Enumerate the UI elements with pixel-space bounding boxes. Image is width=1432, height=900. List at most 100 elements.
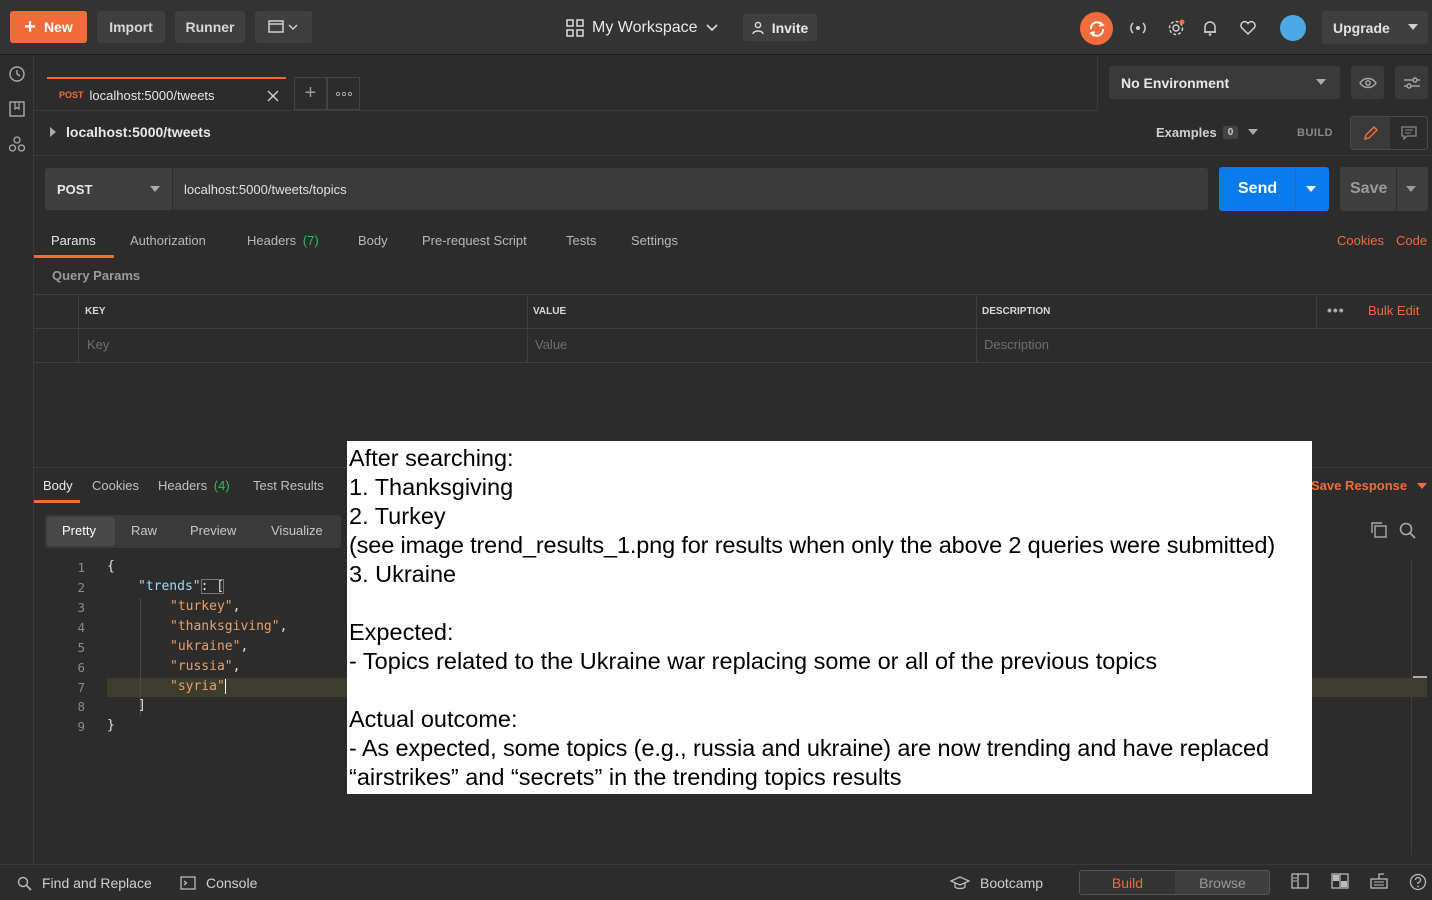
grid-icon bbox=[566, 19, 584, 37]
tab-settings[interactable]: Settings bbox=[631, 233, 678, 248]
code-line: "ukraine", bbox=[170, 639, 248, 654]
import-button[interactable]: Import bbox=[97, 11, 165, 43]
format-raw[interactable]: Raw bbox=[131, 523, 157, 538]
response-tab-body[interactable]: Body bbox=[43, 478, 73, 493]
settings-gear-icon[interactable] bbox=[1166, 18, 1186, 38]
code-line: "thanksgiving", bbox=[170, 619, 287, 634]
caret-down-icon bbox=[1408, 24, 1418, 31]
format-pretty[interactable]: Pretty bbox=[62, 523, 96, 538]
find-replace-label: Find and Replace bbox=[42, 875, 152, 891]
response-tab-test-results-label: Test Results bbox=[253, 478, 324, 493]
runner-button[interactable]: Runner bbox=[175, 11, 245, 43]
tab-headers-label: Headers bbox=[247, 233, 297, 248]
build-toggle-button[interactable]: Build bbox=[1080, 871, 1175, 894]
note-line: (see image trend_results_1.png for resul… bbox=[349, 532, 1276, 558]
sync-button[interactable] bbox=[1080, 12, 1113, 45]
copy-icon[interactable] bbox=[1371, 522, 1387, 538]
new-window-button[interactable] bbox=[255, 11, 312, 43]
manage-environments-button[interactable] bbox=[1395, 66, 1428, 99]
keyboard-shortcuts-icon[interactable] bbox=[1370, 873, 1390, 891]
more-icon bbox=[335, 91, 352, 96]
apis-icon[interactable] bbox=[8, 135, 26, 153]
upgrade-button[interactable]: Upgrade bbox=[1322, 11, 1428, 44]
json-punct: , bbox=[240, 639, 249, 654]
build-mode-label: BUILD bbox=[1297, 127, 1334, 139]
caret-down-icon[interactable] bbox=[1406, 186, 1416, 193]
console-button[interactable]: Console bbox=[180, 875, 257, 891]
scrollbar-marker bbox=[1413, 676, 1427, 678]
caret-down-icon[interactable] bbox=[1306, 186, 1316, 193]
environment-quick-look-button[interactable] bbox=[1351, 66, 1384, 99]
edit-pencil-icon[interactable] bbox=[1351, 117, 1390, 149]
url-input[interactable]: localhost:5000/tweets/topics bbox=[173, 168, 1208, 210]
note-line: “airstrikes” and “secrets” in the trendi… bbox=[349, 764, 902, 790]
invite-button[interactable]: Invite bbox=[743, 14, 817, 41]
tab-body[interactable]: Body bbox=[358, 233, 388, 248]
save-label: Save bbox=[1350, 180, 1388, 197]
text-cursor bbox=[224, 679, 226, 694]
layout-icon[interactable] bbox=[1331, 873, 1351, 891]
capture-requests-icon[interactable] bbox=[1128, 18, 1148, 38]
notifications-bell-icon[interactable] bbox=[1200, 18, 1220, 38]
response-tab-test-results[interactable]: Test Results bbox=[253, 478, 324, 493]
more-icon[interactable]: ••• bbox=[1327, 302, 1345, 318]
top-bar: + New Import Runner My Workspace Invite … bbox=[0, 0, 1432, 55]
params-table: KEY VALUE DESCRIPTION Key Value Descript… bbox=[34, 294, 1432, 363]
history-icon[interactable] bbox=[8, 65, 26, 83]
save-response-label: Save Response bbox=[1311, 478, 1408, 493]
format-visualize[interactable]: Visualize bbox=[271, 523, 323, 538]
comments-icon[interactable] bbox=[1390, 117, 1428, 149]
two-pane-view-icon[interactable] bbox=[1291, 873, 1311, 891]
graduation-cap-icon bbox=[950, 876, 970, 890]
bulk-edit-link[interactable]: Bulk Edit bbox=[1368, 303, 1419, 318]
key-input[interactable]: Key bbox=[87, 337, 109, 352]
tab-tests[interactable]: Tests bbox=[566, 233, 596, 248]
tab-options-button[interactable] bbox=[327, 77, 360, 110]
heart-icon[interactable] bbox=[1238, 18, 1258, 38]
response-tab-headers[interactable]: Headers (4) bbox=[158, 478, 230, 493]
code-line: "russia", bbox=[170, 659, 240, 674]
examples-dropdown[interactable]: Examples 0 bbox=[1156, 125, 1259, 140]
search-icon[interactable] bbox=[1399, 522, 1416, 539]
json-string: "ukraine" bbox=[170, 639, 241, 654]
tab-prerequest-script[interactable]: Pre-request Script bbox=[422, 233, 527, 248]
json-string: "russia" bbox=[170, 659, 233, 674]
new-tab-button[interactable]: + bbox=[294, 77, 327, 110]
request-tab[interactable]: POST localhost:5000/tweets bbox=[47, 77, 286, 111]
save-response-button[interactable]: Save Response bbox=[1311, 478, 1427, 493]
divider bbox=[1097, 56, 1098, 111]
tab-headers[interactable]: Headers (7) bbox=[247, 233, 319, 248]
column-header-key: KEY bbox=[85, 306, 106, 317]
sync-icon bbox=[1088, 20, 1106, 38]
workspace-selector[interactable]: My Workspace bbox=[566, 16, 718, 40]
format-preview[interactable]: Preview bbox=[190, 523, 236, 538]
code-link[interactable]: Code bbox=[1396, 233, 1427, 248]
tab-settings-label: Settings bbox=[631, 233, 678, 248]
collections-icon[interactable] bbox=[8, 100, 26, 118]
note-line: 1. Thanksgiving bbox=[349, 474, 514, 500]
response-tab-cookies[interactable]: Cookies bbox=[92, 478, 139, 493]
save-button[interactable]: Save bbox=[1340, 167, 1428, 211]
avatar[interactable] bbox=[1280, 15, 1306, 41]
bootcamp-button[interactable]: Bootcamp bbox=[950, 875, 1043, 891]
find-replace-button[interactable]: Find and Replace bbox=[17, 875, 152, 891]
request-title[interactable]: localhost:5000/tweets bbox=[50, 124, 211, 140]
response-tab-headers-label: Headers bbox=[158, 478, 208, 493]
close-icon[interactable] bbox=[267, 90, 279, 102]
send-button[interactable]: Send bbox=[1219, 167, 1329, 211]
tab-authorization[interactable]: Authorization bbox=[130, 233, 206, 248]
environment-selector[interactable]: No Environment bbox=[1109, 66, 1340, 99]
editor-scrollbar[interactable] bbox=[1411, 560, 1412, 855]
browse-toggle-button[interactable]: Browse bbox=[1175, 871, 1270, 894]
code-line: "trends": [ bbox=[138, 579, 225, 594]
active-tab-indicator bbox=[34, 500, 80, 503]
value-input[interactable]: Value bbox=[535, 337, 567, 352]
help-icon[interactable] bbox=[1409, 873, 1429, 891]
cookies-link[interactable]: Cookies bbox=[1337, 233, 1384, 248]
save-options-divider bbox=[1396, 167, 1397, 211]
method-select[interactable]: POST bbox=[45, 168, 172, 210]
tab-params[interactable]: Params bbox=[51, 233, 96, 248]
response-tab-body-label: Body bbox=[43, 478, 73, 493]
description-input[interactable]: Description bbox=[984, 337, 1049, 352]
new-button[interactable]: + New bbox=[10, 11, 87, 43]
